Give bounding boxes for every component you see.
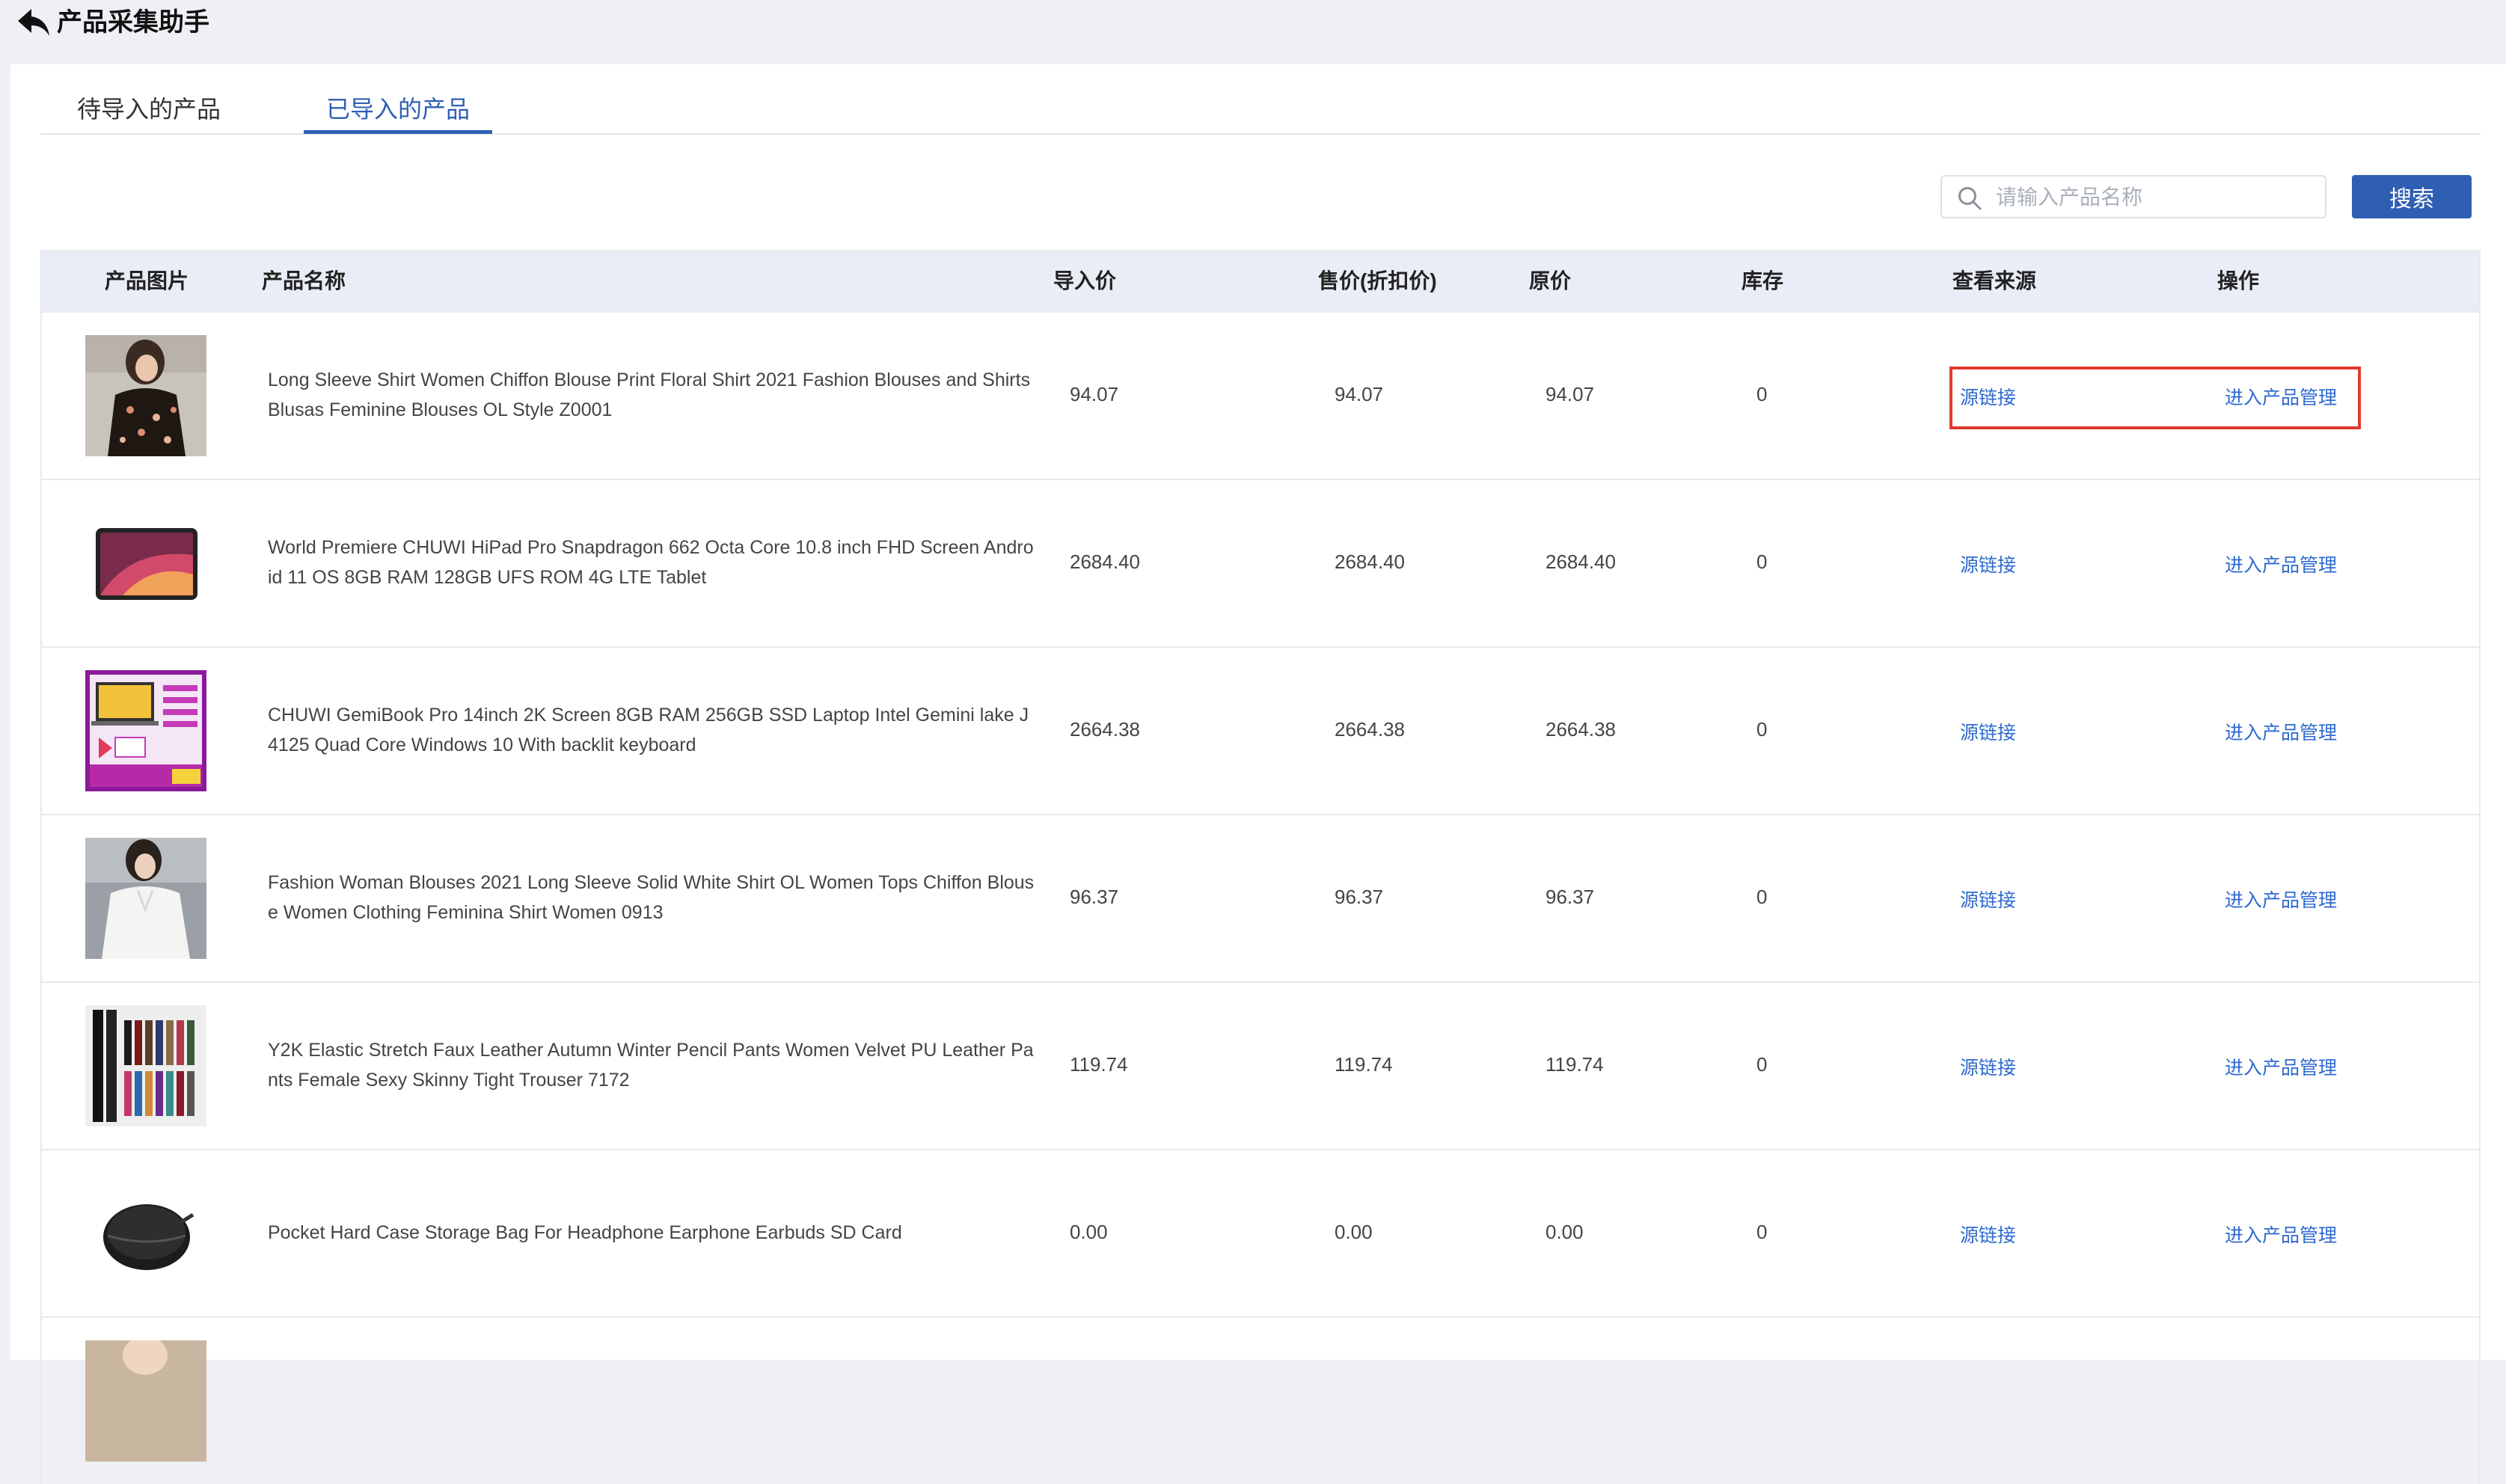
search-input[interactable] — [1994, 177, 2319, 218]
product-thumbnail — [85, 503, 206, 624]
header-original-price: 原价 — [1529, 269, 1572, 292]
header-image: 产品图片 — [105, 269, 189, 292]
manage-product-link[interactable]: 进入产品管理 — [2225, 886, 2337, 913]
tablet-photo-icon — [85, 503, 206, 624]
original-price: 96.37 — [1545, 886, 1595, 908]
stock: 0 — [1756, 383, 1768, 405]
import-price: 119.74 — [1070, 1053, 1128, 1076]
table-row: World Premiere CHUWI HiPad Pro Snapdrago… — [42, 479, 2479, 646]
sale-price: 119.74 — [1335, 1053, 1393, 1076]
product-name: Pocket Hard Case Storage Bag For Headpho… — [268, 1222, 902, 1243]
product-thumbnail — [85, 1173, 206, 1294]
original-price: 2684.40 — [1545, 551, 1616, 573]
table-row: CHUWI GemiBook Pro 14inch 2K Screen 8GB … — [42, 646, 2479, 814]
original-price: 94.07 — [1545, 383, 1595, 405]
manage-product-link[interactable]: 进入产品管理 — [2225, 383, 2337, 410]
import-price: 2684.40 — [1070, 551, 1140, 573]
sale-price: 96.37 — [1335, 886, 1384, 908]
import-price: 94.07 — [1070, 383, 1119, 405]
manage-product-link[interactable]: 进入产品管理 — [2225, 718, 2337, 745]
sale-price: 0.00 — [1335, 1221, 1373, 1243]
tab-imported-products[interactable]: 已导入的产品 — [304, 87, 492, 133]
table-header: 产品图片 产品名称 导入价 售价(折扣价) 原价 库存 查看来源 操作 — [42, 251, 2479, 311]
product-table: 产品图片 产品名称 导入价 售价(折扣价) 原价 库存 查看来源 操作 Long… — [40, 250, 2481, 1484]
table-row: Long Sleeve Shirt Women Chiffon Blouse P… — [42, 311, 2479, 479]
stock: 0 — [1756, 886, 1768, 908]
main-panel: 待导入的产品 已导入的产品 搜索 产品图片 产品名称 导入价 售价(折扣价) 原… — [10, 64, 2506, 1484]
product-name: World Premiere CHUWI HiPad Pro Snapdrago… — [268, 537, 1034, 588]
stock: 0 — [1756, 551, 1768, 573]
table-row: Y2K Elastic Stretch Faux Leather Autumn … — [42, 981, 2479, 1149]
import-price: 0.00 — [1070, 1221, 1108, 1243]
header-name: 产品名称 — [262, 269, 346, 292]
tab-bar: 待导入的产品 已导入的产品 — [40, 87, 2481, 135]
stock: 0 — [1756, 718, 1768, 741]
active-tab-indicator — [304, 130, 492, 134]
floral-blouse-photo-icon — [85, 335, 206, 456]
back-arrow-icon[interactable] — [15, 6, 51, 39]
search-button[interactable]: 搜索 — [2352, 175, 2472, 218]
source-link[interactable]: 源链接 — [1960, 1053, 2016, 1080]
product-name: Fashion Woman Blouses 2021 Long Sleeve S… — [268, 872, 1035, 923]
table-row: Fashion Woman Blouses 2021 Long Sleeve S… — [42, 814, 2479, 981]
original-price: 2664.38 — [1545, 718, 1616, 741]
manage-product-link[interactable]: 进入产品管理 — [2225, 1053, 2337, 1080]
white-blouse-photo-icon — [85, 838, 206, 959]
header-import-price: 导入价 — [1053, 269, 1117, 292]
table-row: Pocket Hard Case Storage Bag For Headpho… — [42, 1149, 2479, 1316]
product-thumbnail — [85, 1340, 206, 1462]
manage-product-link[interactable]: 进入产品管理 — [2225, 551, 2337, 577]
source-link[interactable]: 源链接 — [1960, 718, 2016, 745]
search-field[interactable] — [1940, 175, 2326, 218]
leather-pants-photo-icon — [85, 1005, 206, 1126]
search-icon — [1958, 187, 1982, 210]
sale-price: 94.07 — [1335, 383, 1384, 405]
product-thumbnail — [85, 335, 206, 456]
product-name: Y2K Elastic Stretch Faux Leather Autumn … — [268, 1040, 1034, 1091]
original-price: 0.00 — [1545, 1221, 1584, 1243]
stock: 0 — [1756, 1221, 1768, 1243]
table-row-partial — [42, 1316, 2479, 1484]
original-price: 119.74 — [1545, 1053, 1604, 1076]
import-price: 96.37 — [1070, 886, 1119, 908]
sale-price: 2684.40 — [1335, 551, 1405, 573]
import-price: 2664.38 — [1070, 718, 1140, 741]
source-link[interactable]: 源链接 — [1960, 886, 2016, 913]
stock: 0 — [1756, 1053, 1768, 1076]
product-name: CHUWI GemiBook Pro 14inch 2K Screen 8GB … — [268, 705, 1029, 755]
product-photo-icon — [85, 1340, 206, 1462]
product-thumbnail — [85, 670, 206, 791]
laptop-promo-photo-icon — [85, 670, 206, 791]
tab-pending-products[interactable]: 待导入的产品 — [40, 87, 257, 133]
product-thumbnail — [85, 838, 206, 959]
top-bar: 产品采集助手 — [0, 0, 2506, 64]
source-link[interactable]: 源链接 — [1960, 1221, 2016, 1248]
manage-product-link[interactable]: 进入产品管理 — [2225, 1221, 2337, 1248]
header-sale-price: 售价(折扣价) — [1318, 269, 1437, 292]
earphone-case-photo-icon — [85, 1173, 206, 1294]
sale-price: 2664.38 — [1335, 718, 1405, 741]
header-source: 查看来源 — [1952, 269, 2037, 292]
product-thumbnail — [85, 1005, 206, 1126]
header-stock: 库存 — [1741, 269, 1784, 292]
page-title: 产品采集助手 — [57, 8, 209, 37]
header-action: 操作 — [2217, 269, 2260, 292]
product-name: Long Sleeve Shirt Women Chiffon Blouse P… — [268, 370, 1031, 420]
source-link[interactable]: 源链接 — [1960, 383, 2016, 410]
source-link[interactable]: 源链接 — [1960, 551, 2016, 577]
